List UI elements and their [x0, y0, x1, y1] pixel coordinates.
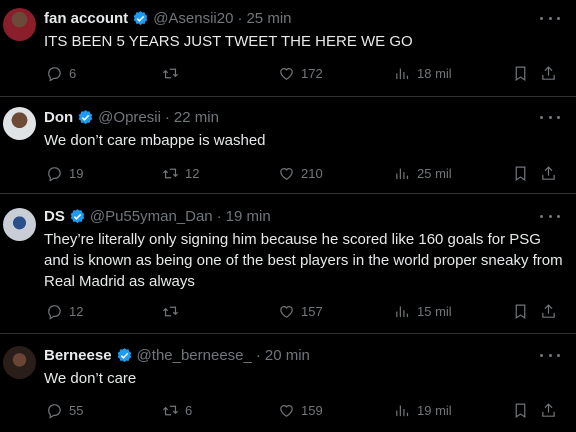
retweet-button[interactable]: 12 [162, 163, 199, 183]
like-count: 172 [301, 65, 323, 81]
retweet-icon [162, 65, 179, 82]
like-button[interactable]: 210 [278, 163, 323, 183]
tweet-text: They’re literally only signing him becau… [44, 231, 563, 290]
avatar[interactable] [3, 8, 36, 41]
reply-button[interactable]: 12 [46, 301, 83, 321]
author-name[interactable]: Don [44, 109, 73, 126]
like-icon [278, 303, 295, 320]
verified-icon [132, 10, 149, 27]
tweet[interactable]: DS @Pu55yman_Dan · 19 min They’re litera… [0, 194, 576, 334]
separator-dot: · [237, 9, 243, 27]
like-count: 159 [301, 402, 323, 418]
bookmark-icon [512, 65, 529, 82]
retweet-count: 6 [185, 402, 193, 418]
share-icon [540, 402, 557, 419]
reply-count: 19 [69, 165, 84, 181]
timestamp[interactable]: 25 min [246, 10, 291, 27]
share-icon [540, 165, 557, 182]
bookmark-button[interactable] [512, 63, 535, 83]
retweet-icon [162, 303, 179, 320]
views-button[interactable]: 15 mil [394, 301, 452, 321]
views-icon [394, 65, 411, 82]
like-icon [278, 402, 295, 419]
like-button[interactable]: 159 [278, 400, 323, 420]
share-button[interactable] [540, 63, 563, 83]
retweet-count: 12 [185, 165, 200, 181]
like-button[interactable]: 172 [278, 63, 323, 83]
avatar[interactable] [3, 107, 36, 140]
like-button[interactable]: 157 [278, 301, 323, 321]
views-icon [394, 402, 411, 419]
timestamp[interactable]: 19 min [226, 208, 271, 225]
retweet-icon [162, 165, 179, 182]
retweet-button[interactable] [162, 301, 185, 321]
view-count: 15 mil [417, 303, 452, 319]
bookmark-button[interactable] [512, 400, 535, 420]
timestamp[interactable]: 20 min [265, 347, 310, 364]
author-handle[interactable]: @Asensii20 [153, 10, 233, 27]
like-count: 157 [301, 303, 323, 319]
tweet-text: ITS BEEN 5 YEARS JUST TWEET THE HERE WE … [44, 33, 413, 50]
author-handle[interactable]: @Pu55yman_Dan [90, 208, 213, 225]
tweet-text: We don’t care [44, 370, 137, 387]
more-icon[interactable] [540, 13, 560, 23]
retweet-icon [162, 402, 179, 419]
view-count: 18 mil [417, 65, 452, 81]
share-icon [540, 303, 557, 320]
reply-button[interactable]: 19 [46, 163, 83, 183]
view-count: 25 mil [417, 165, 452, 181]
tweet-text: We don’t care mbappe is washed [44, 132, 266, 149]
author-name[interactable]: DS [44, 208, 65, 225]
bookmark-icon [512, 303, 529, 320]
verified-icon [116, 347, 133, 364]
share-button[interactable] [540, 400, 563, 420]
separator-dot: · [216, 207, 222, 225]
reply-icon [46, 402, 63, 419]
reply-count: 6 [69, 65, 77, 81]
timestamp[interactable]: 22 min [174, 109, 219, 126]
reply-icon [46, 303, 63, 320]
avatar[interactable] [3, 208, 36, 241]
bookmark-icon [512, 165, 529, 182]
verified-icon [69, 208, 86, 225]
view-count: 19 mil [417, 402, 452, 418]
reply-count: 12 [69, 303, 84, 319]
retweet-button[interactable]: 6 [162, 400, 192, 420]
author-name[interactable]: Berneese [44, 347, 112, 364]
reply-button[interactable]: 55 [46, 400, 83, 420]
more-icon[interactable] [540, 211, 560, 221]
like-icon [278, 65, 295, 82]
author-name[interactable]: fan account [44, 10, 128, 27]
bookmark-button[interactable] [512, 163, 535, 183]
retweet-button[interactable] [162, 63, 185, 83]
bookmark-icon [512, 402, 529, 419]
share-icon [540, 65, 557, 82]
separator-dot: · [164, 108, 170, 126]
tweet[interactable]: fan account @Asensii20 · 25 min ITS BEEN… [0, 0, 576, 97]
reply-count: 55 [69, 402, 84, 418]
views-button[interactable]: 19 mil [394, 400, 452, 420]
like-icon [278, 165, 295, 182]
views-button[interactable]: 25 mil [394, 163, 452, 183]
reply-button[interactable]: 6 [46, 63, 76, 83]
share-button[interactable] [540, 163, 563, 183]
like-count: 210 [301, 165, 323, 181]
author-handle[interactable]: @the_berneese_ [137, 347, 252, 364]
reply-icon [46, 165, 63, 182]
author-handle[interactable]: @Opresii [98, 109, 161, 126]
views-icon [394, 165, 411, 182]
views-button[interactable]: 18 mil [394, 63, 452, 83]
bookmark-button[interactable] [512, 301, 535, 321]
share-button[interactable] [540, 301, 563, 321]
separator-dot: · [255, 346, 261, 364]
verified-icon [77, 109, 94, 126]
reply-icon [46, 65, 63, 82]
avatar[interactable] [3, 346, 36, 379]
tweet[interactable]: Don @Opresii · 22 min We don’t care mbap… [0, 97, 576, 194]
views-icon [394, 303, 411, 320]
tweet[interactable]: Berneese @the_berneese_ · 20 min We don’… [0, 334, 576, 432]
more-icon[interactable] [540, 112, 560, 122]
more-icon[interactable] [540, 350, 560, 360]
